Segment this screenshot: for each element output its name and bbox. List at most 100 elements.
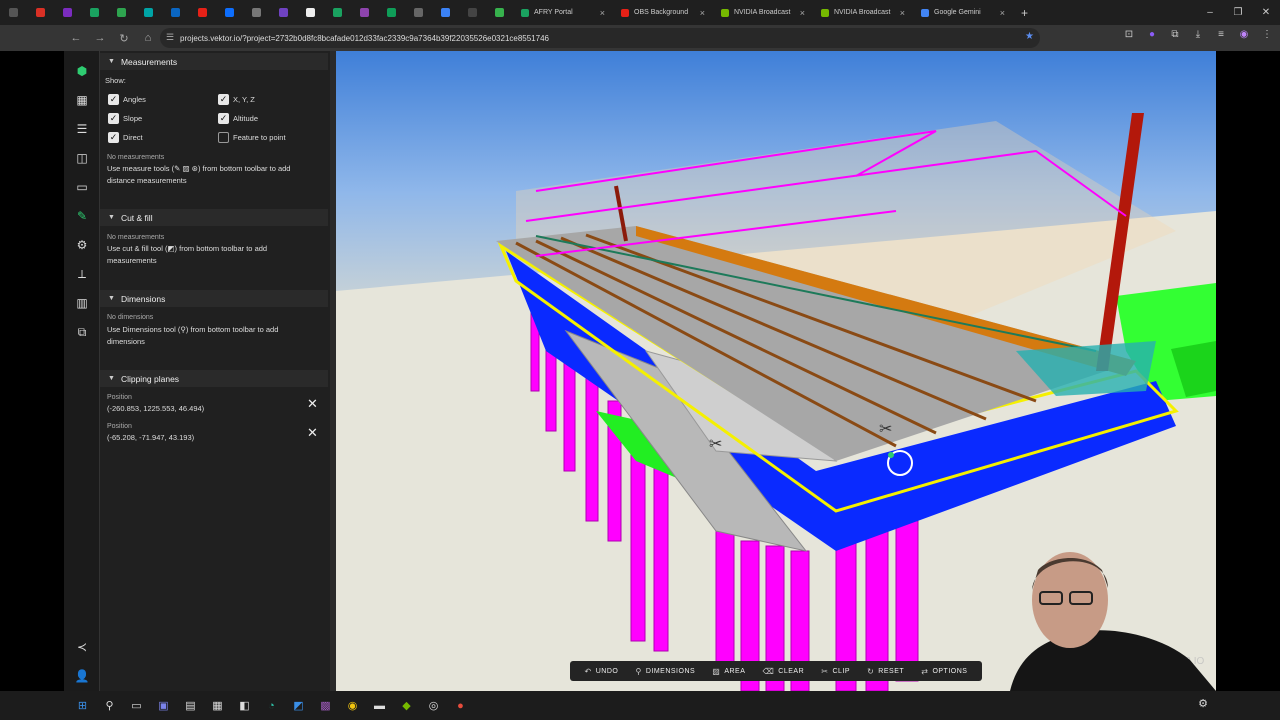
green-app-icon[interactable] [108, 0, 135, 25]
record-icon[interactable]: ● [452, 697, 469, 714]
reset-button[interactable]: ↻ RESET [867, 667, 904, 676]
nvidia-icon[interactable]: ◆ [398, 697, 415, 714]
more-menu-icon[interactable]: ⋮ [1260, 29, 1274, 45]
system-tray-icon[interactable]: ⚙ [1198, 697, 1208, 710]
angles-checkbox[interactable]: ✓ [108, 94, 119, 105]
forward-icon[interactable]: → [94, 32, 106, 44]
address-bar[interactable]: ☰ projects.vektor.io/?project=2732b0d8fc… [160, 28, 1040, 48]
browser-tab[interactable]: NVIDIA Broadcast × [813, 0, 913, 25]
browser-tab[interactable]: OBS Background × [613, 0, 713, 25]
xyz-checkbox[interactable]: ✓ [218, 94, 229, 105]
browser-tab[interactable]: Google Gemini × [913, 0, 1013, 25]
puzzle-icon[interactable]: ⧉ [1168, 29, 1182, 45]
edge-icon[interactable]: ◔ [263, 697, 280, 714]
teal-app-icon[interactable] [135, 0, 162, 25]
remove-plane-2-button[interactable]: ✕ [307, 426, 318, 439]
download-icon[interactable]: ⤓ [1191, 29, 1205, 45]
feature-to-point-checkbox[interactable] [218, 132, 229, 143]
home-icon[interactable]: ⌂ [142, 32, 154, 44]
tab-close-icon[interactable]: × [1000, 8, 1005, 18]
remove-plane-1-button[interactable]: ✕ [307, 397, 318, 410]
close-window-button[interactable]: ✕ [1252, 0, 1280, 25]
teams-icon[interactable]: ▣ [155, 697, 172, 714]
dimensions-section-header[interactable]: ▼ Dimensions [100, 290, 328, 307]
tab-close-icon[interactable]: × [600, 8, 605, 18]
undo-button[interactable]: ↶ UNDO [585, 667, 619, 676]
reading-list-icon[interactable]: ≡ [1214, 29, 1228, 45]
profile-avatar[interactable]: ◉ [1237, 29, 1251, 45]
table-icon[interactable]: ▥ [74, 295, 90, 311]
green-leaf-icon[interactable] [486, 0, 513, 25]
chrome-taskbar-icon[interactable]: ◉ [344, 697, 361, 714]
clip-button[interactable]: ✂ CLIP [821, 667, 850, 676]
dimensions-icon: ⚲ [635, 666, 642, 676]
chevron-icon[interactable] [0, 0, 27, 25]
calculator-icon[interactable]: ▦ [209, 697, 226, 714]
axis-icon[interactable]: ⟂ [74, 266, 90, 282]
browser-tab[interactable]: NVIDIA Broadcast × [713, 0, 813, 25]
list-icon[interactable]: ☰ [74, 121, 90, 137]
blank-icon[interactable] [459, 0, 486, 25]
options-button[interactable]: ⇄ OPTIONS [921, 667, 967, 676]
extension-icon[interactable]: ● [1145, 29, 1159, 45]
undo-icon: ↶ [584, 666, 592, 676]
clip-marker-1[interactable]: ✂ [709, 436, 722, 453]
linkedin-icon[interactable] [162, 0, 189, 25]
sheets-icon[interactable] [378, 0, 405, 25]
grey-icon[interactable] [405, 0, 432, 25]
clear-button[interactable]: ⌫ CLEAR [762, 667, 804, 676]
doc-icon[interactable] [243, 0, 270, 25]
onenote-icon[interactable]: ▩ [317, 697, 334, 714]
blue-v-icon[interactable] [432, 0, 459, 25]
tab-close-icon[interactable]: × [900, 8, 905, 18]
obs-icon[interactable]: ◎ [425, 697, 442, 714]
vektor-icon[interactable] [216, 0, 243, 25]
browser-tab[interactable]: AFRY Portal × [513, 0, 613, 25]
altitude-checkbox[interactable]: ✓ [218, 113, 229, 124]
app-icon[interactable]: ◧ [236, 697, 253, 714]
bookmark-star-icon[interactable]: ★ [1025, 31, 1034, 42]
measurements-section-header[interactable]: ▼ Measurements [100, 53, 328, 70]
clipping-section-header[interactable]: ▼ Clipping planes [100, 370, 328, 387]
layers-icon[interactable]: ▦ [74, 92, 90, 108]
area-button[interactable]: ▨ AREA [712, 667, 745, 676]
maximize-button[interactable]: ❐ [1224, 0, 1252, 25]
purple-app-icon[interactable] [270, 0, 297, 25]
clip-marker-2[interactable]: ✂ [879, 421, 892, 438]
user-icon[interactable]: 👤 [74, 668, 90, 684]
slope-label: Slope [123, 114, 143, 123]
files-icon[interactable]: ▤ [182, 697, 199, 714]
browser-extensions: ⊡ ● ⧉ ⤓ ≡ ◉ ⋮ [1122, 29, 1274, 45]
youtube-icon[interactable] [189, 0, 216, 25]
blank-taskbar-icon[interactable]: ▬ [371, 697, 388, 714]
vektor-active-icon[interactable] [324, 0, 351, 25]
copy-icon[interactable]: ⧉ [74, 324, 90, 340]
screenshot-icon[interactable]: ⊡ [1122, 29, 1136, 45]
dimensions-button[interactable]: ⚲ DIMENSIONS [635, 667, 695, 676]
task-view-icon[interactable]: ▭ [128, 697, 145, 714]
tab-close-icon[interactable]: × [800, 8, 805, 18]
share-icon[interactable]: ≺ [74, 639, 90, 655]
cut-fill-section-header[interactable]: ▼ Cut & fill [100, 209, 328, 226]
comments-icon[interactable]: ▭ [74, 179, 90, 195]
settings-icon[interactable]: ⚙ [74, 237, 90, 253]
reload-icon[interactable]: ↻ [118, 32, 130, 45]
store-icon[interactable]: ◩ [290, 697, 307, 714]
app-icon[interactable] [54, 0, 81, 25]
purple-icon[interactable] [351, 0, 378, 25]
site-info-icon[interactable]: ☰ [166, 32, 174, 43]
slope-checkbox[interactable]: ✓ [108, 113, 119, 124]
search-icon[interactable]: ⚲ [101, 697, 118, 714]
gmail-icon[interactable] [27, 0, 54, 25]
measure-icon[interactable]: ✎ [74, 208, 90, 224]
back-icon[interactable]: ← [70, 32, 82, 44]
chrome-icon[interactable] [297, 0, 324, 25]
minimize-button[interactable]: – [1196, 0, 1224, 25]
vektor-logo-icon[interactable]: ⬢ [74, 63, 90, 79]
green-circle-icon[interactable] [81, 0, 108, 25]
windows-start-icon[interactable]: ⊞ [74, 697, 91, 714]
tab-close-icon[interactable]: × [700, 8, 705, 18]
map-icon[interactable]: ◫ [74, 150, 90, 166]
direct-checkbox[interactable]: ✓ [108, 132, 119, 143]
new-tab-button[interactable]: + [1013, 6, 1036, 20]
